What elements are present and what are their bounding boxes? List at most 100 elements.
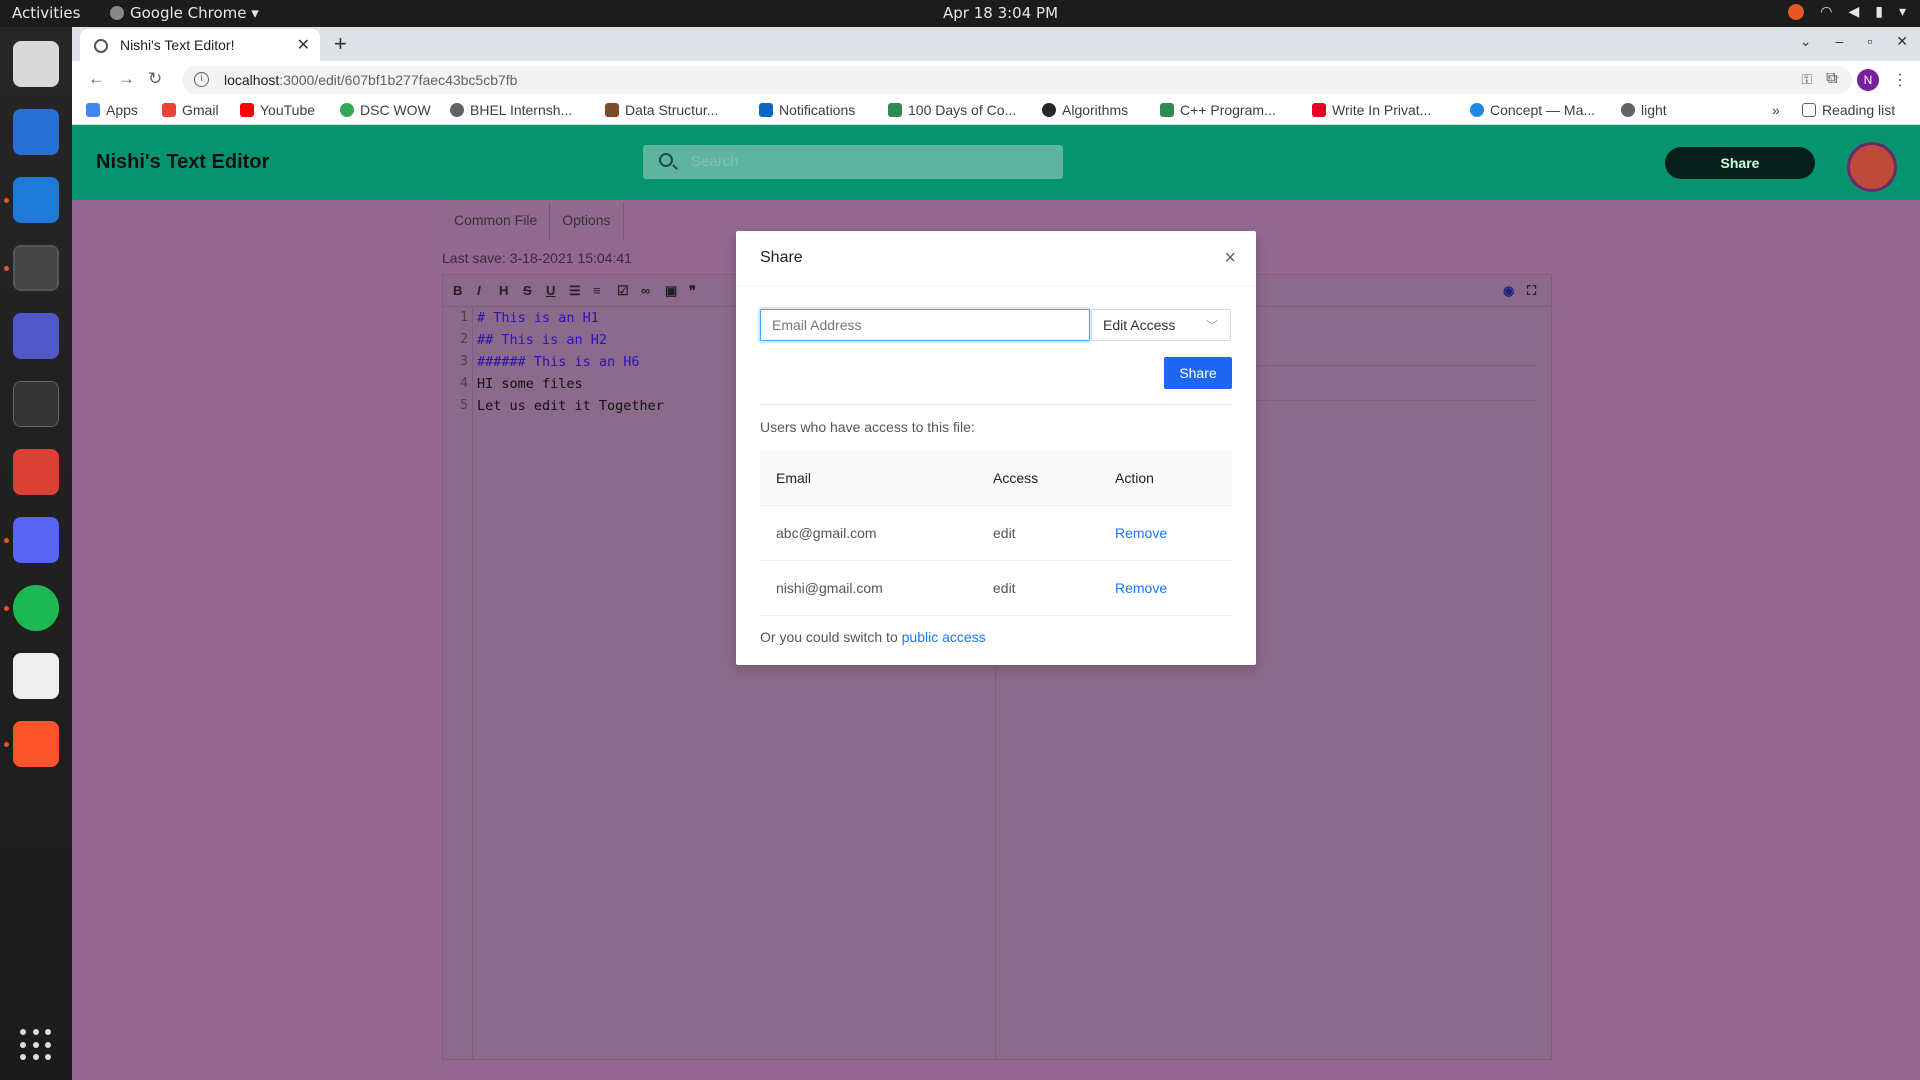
more-bookmarks-button[interactable]: » <box>1772 102 1780 118</box>
line-number: 4 <box>460 376 468 391</box>
vscode-icon[interactable] <box>13 177 59 223</box>
globe-icon <box>450 103 464 117</box>
code-line[interactable]: # This is an H1 <box>477 307 664 329</box>
tab-search-icon[interactable]: ⌄ <box>1800 33 1812 50</box>
chevron-down-icon: ﹀ <box>1205 319 1218 333</box>
user-avatar[interactable] <box>1847 142 1897 192</box>
modal-title: Share <box>760 249 803 266</box>
footer-text: Or you could switch to <box>760 629 902 645</box>
code-line[interactable]: ## This is an H2 <box>477 329 664 351</box>
wifi-icon: ◠ <box>1820 4 1833 20</box>
bold-icon[interactable]: B <box>453 283 462 298</box>
search-input[interactable]: Search <box>643 145 1063 179</box>
bookmark-item[interactable]: C++ Program... <box>1160 102 1276 118</box>
public-access-link[interactable]: public access <box>902 629 986 645</box>
checklist-icon[interactable]: ☑ <box>617 283 629 299</box>
bookmark-item[interactable]: Apps <box>86 102 138 118</box>
table-row: abc@gmail.com edit Remove <box>760 506 1232 561</box>
document-viewer-icon[interactable] <box>13 653 59 699</box>
quote-icon[interactable]: ❞ <box>689 283 696 299</box>
bookmark-item[interactable]: YouTube <box>240 102 315 118</box>
bookmark-item[interactable]: 100 Days of Co... <box>888 102 1016 118</box>
access-select[interactable]: Edit Access ﹀ <box>1091 309 1231 341</box>
bullet-list-icon[interactable]: ☰ <box>569 283 581 299</box>
app-brand[interactable]: Nishi's Text Editor <box>96 151 269 174</box>
app-menu[interactable]: Google Chrome ▾ <box>110 4 259 22</box>
bookmark-item[interactable]: Gmail <box>162 102 219 118</box>
show-apps-icon[interactable] <box>20 1029 52 1061</box>
running-indicator <box>4 266 9 271</box>
bookmark-item[interactable]: light <box>1621 102 1667 118</box>
reading-list[interactable]: Reading list <box>1802 102 1895 118</box>
teams-icon[interactable] <box>13 313 59 359</box>
new-tab-button[interactable]: + <box>334 31 347 57</box>
running-indicator <box>4 538 9 543</box>
concept-icon <box>1470 103 1484 117</box>
files-icon[interactable] <box>13 41 59 87</box>
reload-icon[interactable]: ↻ <box>148 69 162 89</box>
running-indicator <box>4 742 9 747</box>
email-field[interactable] <box>760 309 1090 341</box>
menu-icon[interactable]: ⋮ <box>1892 70 1908 90</box>
address-bar[interactable]: i localhost:3000/edit/607bf1b277faec43bc… <box>182 66 1852 94</box>
chrome-dock-icon[interactable] <box>13 245 59 291</box>
user-access: edit <box>993 525 1016 541</box>
back-icon[interactable]: ← <box>88 69 105 89</box>
forward-icon[interactable]: → <box>118 69 135 89</box>
italic-icon[interactable]: I <box>477 283 481 298</box>
terminal-icon[interactable] <box>13 381 59 427</box>
close-icon[interactable]: × <box>1224 247 1236 270</box>
bookmark-item[interactable]: Write In Privat... <box>1312 102 1431 118</box>
code-line[interactable]: Let us edit it Together <box>477 395 664 417</box>
fullscreen-icon[interactable]: ⛶ <box>1527 283 1536 299</box>
tab-options[interactable]: Options <box>550 202 624 240</box>
bookmark-label: Concept — Ma... <box>1490 102 1596 118</box>
bookmark-item[interactable]: Algorithms <box>1042 102 1128 118</box>
bookmark-item[interactable]: Concept — Ma... <box>1470 102 1595 118</box>
heading-icon[interactable]: H <box>499 283 508 298</box>
strikethrough-icon[interactable]: S <box>523 283 532 298</box>
bookmark-item[interactable]: BHEL Internsh... <box>450 102 572 118</box>
activities-button[interactable]: Activities <box>12 4 80 22</box>
close-tab-icon[interactable]: ✕ <box>297 35 310 55</box>
app-header: Nishi's Text Editor Search Share <box>72 125 1920 200</box>
infinity-icon <box>1160 103 1174 117</box>
remove-link[interactable]: Remove <box>1115 580 1167 596</box>
image-icon[interactable]: ▣ <box>665 283 677 299</box>
user-email: nishi@gmail.com <box>776 580 883 596</box>
line-number: 3 <box>460 354 468 369</box>
bookmark-label: Notifications <box>779 102 856 118</box>
code-line[interactable]: ###### This is an H6 <box>477 351 664 373</box>
writer-icon[interactable] <box>13 109 59 155</box>
profile-avatar[interactable]: N <box>1857 69 1879 91</box>
remove-link[interactable]: Remove <box>1115 525 1167 541</box>
spotify-icon[interactable] <box>13 585 59 631</box>
bookmark-item[interactable]: DSC WOW <box>340 102 431 118</box>
clock[interactable]: Apr 18 3:04 PM <box>943 4 1058 22</box>
search-icon <box>659 153 673 167</box>
link-icon[interactable]: ∞ <box>641 283 650 298</box>
preview-eye-icon[interactable]: ◉ <box>1503 283 1514 299</box>
share-button[interactable]: Share <box>1164 357 1232 389</box>
tab-common-file[interactable]: Common File <box>442 202 551 240</box>
restore-icon[interactable]: ▫ <box>1867 33 1872 50</box>
bookmark-item[interactable]: Data Structur... <box>605 102 718 118</box>
code-area[interactable]: # This is an H1 ## This is an H2 ###### … <box>477 307 664 417</box>
close-window-icon[interactable]: ✕ <box>1896 33 1908 50</box>
browser-tab[interactable]: Nishi's Text Editor! ✕ <box>80 29 320 61</box>
system-tray[interactable]: ◠ ◀ ▮ ▾ <box>1788 4 1906 20</box>
brave-icon[interactable] <box>13 721 59 767</box>
header-share-button[interactable]: Share <box>1665 147 1815 179</box>
minimize-icon[interactable]: – <box>1836 33 1844 50</box>
discord-icon[interactable] <box>13 517 59 563</box>
key-icon[interactable]: ⚿ <box>1801 71 1812 88</box>
code-line[interactable]: HI some files <box>477 373 664 395</box>
bookmark-label: Gmail <box>182 102 219 118</box>
extensions-icon[interactable]: ⧉ <box>1826 70 1837 88</box>
numbered-list-icon[interactable]: ≡ <box>593 283 601 298</box>
bookmark-item[interactable]: Notifications <box>759 102 855 118</box>
info-icon[interactable]: i <box>194 72 209 87</box>
running-indicator <box>4 198 9 203</box>
underline-icon[interactable]: U <box>546 283 555 298</box>
todoist-icon[interactable] <box>13 449 59 495</box>
